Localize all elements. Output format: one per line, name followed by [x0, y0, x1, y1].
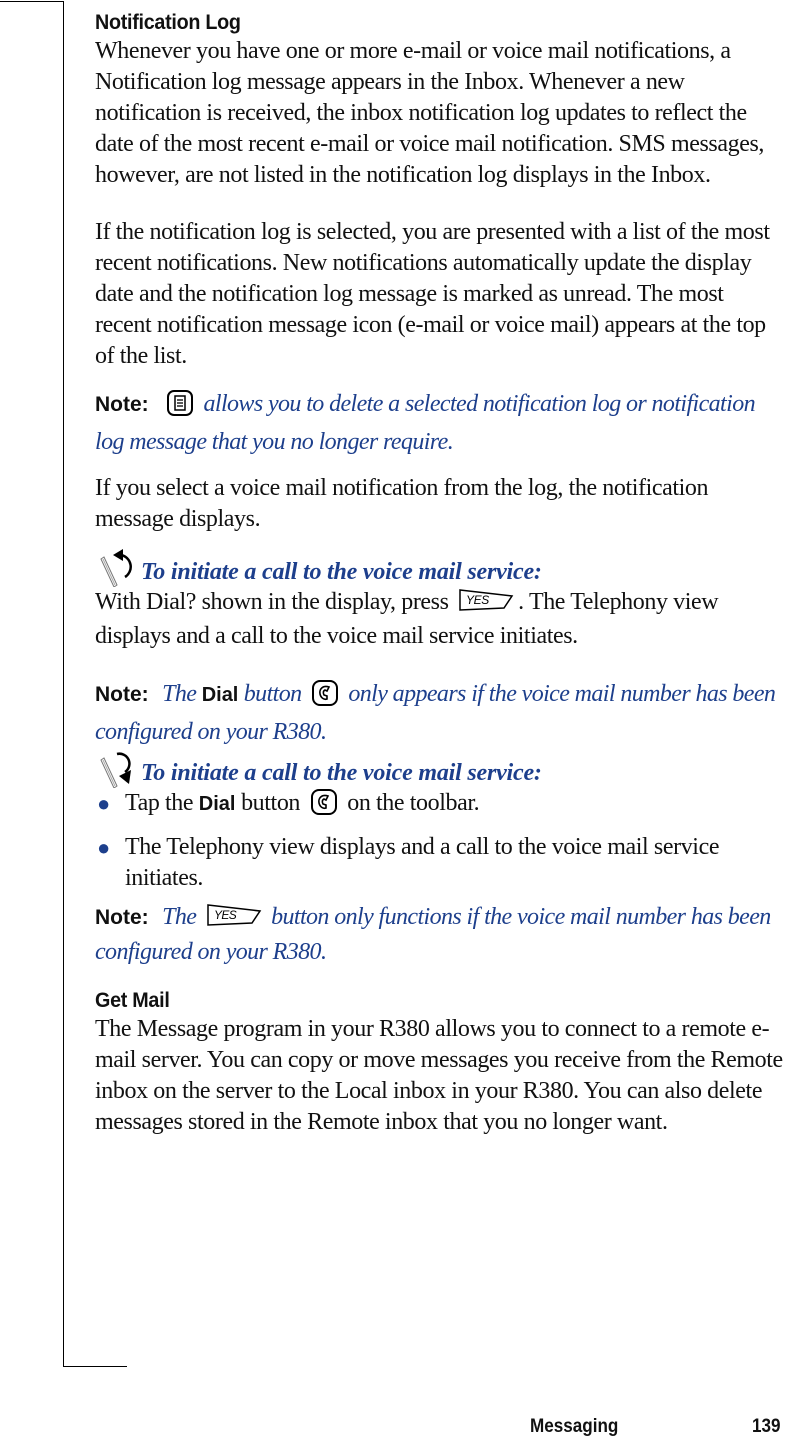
list-item: ● Tap the Dial button on the toolbar. [95, 788, 785, 825]
step-text: Tap the [125, 790, 194, 816]
procedure-icon [100, 549, 132, 587]
menu-icon [166, 389, 194, 426]
list-item: ● The Telephony view displays and a call… [95, 832, 785, 894]
step-text: button [241, 790, 301, 816]
note-text: The [162, 904, 197, 930]
heading-get-mail: Get Mail [95, 989, 170, 1012]
step-text: With Dial? shown in the display, press [95, 589, 449, 615]
procedure-heading: To initiate a call to the voice mail ser… [95, 547, 785, 587]
paragraph: If you select a voice mail notification … [95, 475, 709, 532]
page-content: Notification Log Whenever you have one o… [95, 8, 785, 1138]
svg-text:YES: YES [466, 593, 489, 607]
note-label: Note: [95, 906, 149, 929]
page-frame-bottom [63, 1366, 127, 1367]
bullet-icon: ● [97, 835, 110, 860]
procedure-icon [100, 752, 131, 788]
note: Note: The Dial button only appears if th… [95, 678, 785, 748]
footer-section-title: Messaging [530, 1416, 619, 1437]
page-frame-top [0, 1, 64, 2]
phone-icon [310, 788, 338, 825]
dial-label: Dial [198, 793, 236, 815]
dial-label: Dial [201, 684, 239, 706]
note: Note: The YES button only functions if t… [95, 901, 785, 968]
step-text: The Telephony view displays and a call t… [125, 834, 720, 891]
page-frame-left [63, 1, 64, 1367]
page-number: 139 [752, 1416, 781, 1437]
paragraph: If the notification log is selected, you… [95, 219, 770, 369]
bullet-icon: ● [97, 791, 110, 816]
phone-icon [311, 679, 339, 716]
yes-button-icon: YES [458, 588, 514, 621]
note-text: only appears if the voice mail number ha… [95, 681, 776, 745]
paragraph: Whenever you have one or more e-mail or … [95, 38, 765, 188]
note-label: Note: [95, 393, 149, 416]
svg-text:YES: YES [214, 908, 237, 922]
note-label: Note: [95, 683, 149, 706]
procedure-heading: To initiate a call to the voice mail ser… [95, 748, 785, 788]
procedure-title: To initiate a call to the voice mail ser… [141, 760, 542, 786]
note-text: button [243, 681, 302, 707]
heading-notification-log: Notification Log [95, 11, 241, 34]
note-text: button only functions if the voice mail … [95, 904, 771, 965]
paragraph: The Message program in your R380 allows … [95, 1016, 783, 1135]
procedure-step: With Dial? shown in the display, press Y… [95, 587, 785, 652]
yes-button-icon: YES [206, 903, 262, 936]
procedure-title: To initiate a call to the voice mail ser… [141, 559, 542, 585]
note-text: The [162, 681, 197, 707]
note: Note: allows you to delete a selected no… [95, 388, 785, 458]
procedure-steps: ● Tap the Dial button on the toolbar. ● … [95, 788, 785, 894]
step-text: on the toolbar. [347, 790, 480, 816]
